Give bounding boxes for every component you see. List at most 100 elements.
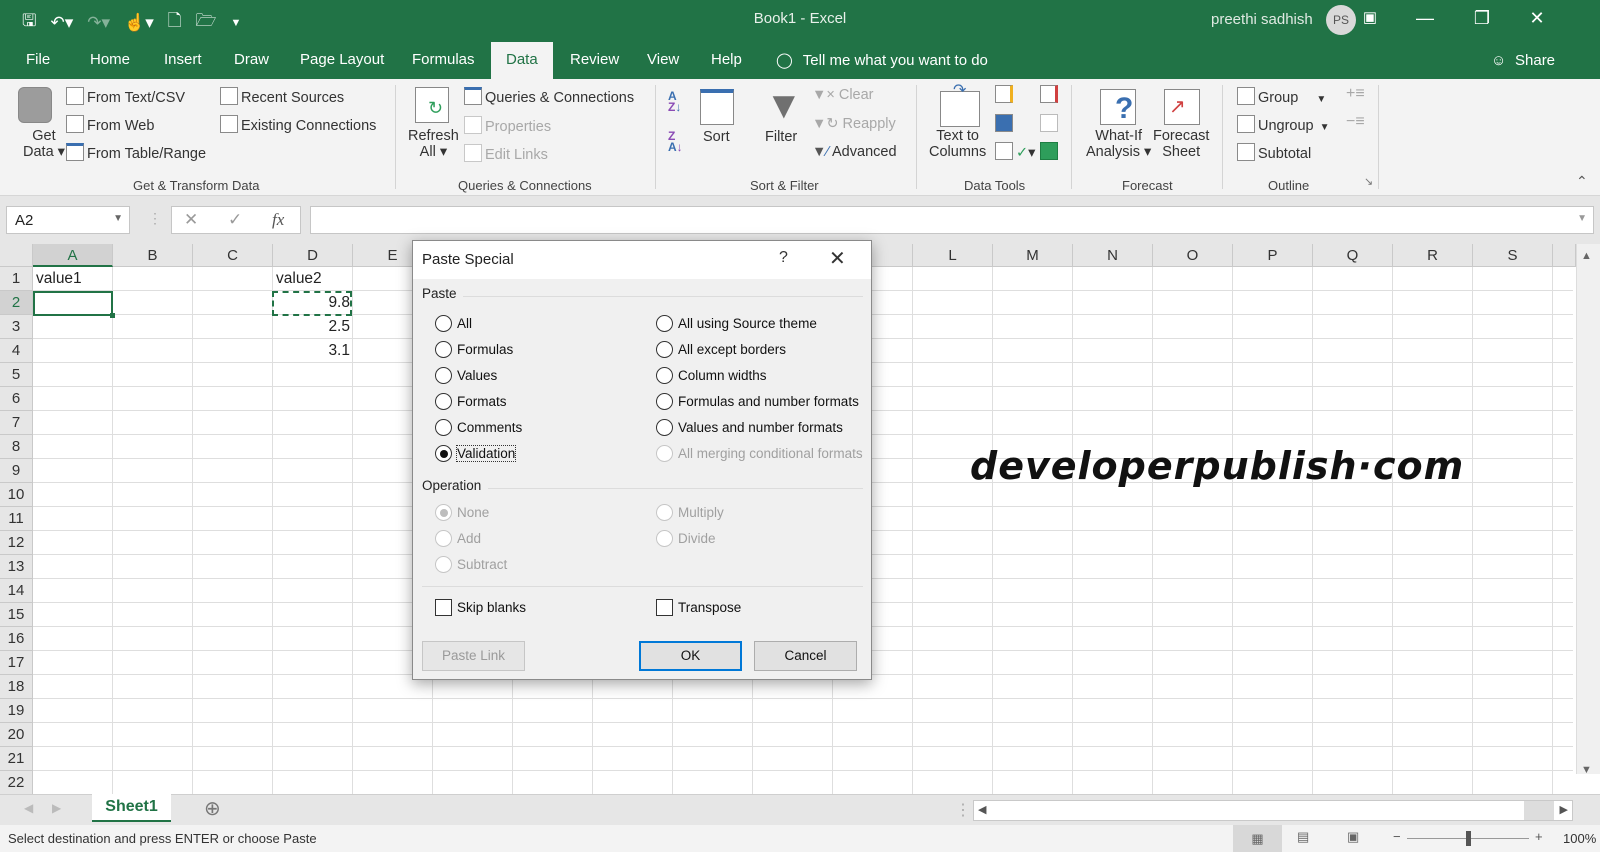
from-text-csv-button[interactable]: From Text/CSV	[66, 87, 185, 106]
page-layout-view-icon[interactable]: ▤	[1297, 829, 1309, 845]
tab-page-layout[interactable]: Page Layout	[300, 51, 384, 68]
radio-subtract[interactable]: Subtract	[435, 556, 507, 573]
row-header[interactable]: 10	[0, 483, 33, 507]
outline-dialog-launcher-icon[interactable]: ↘	[1364, 175, 1373, 188]
scroll-tabs-right-icon[interactable]: ▶	[52, 801, 61, 815]
row-header[interactable]: 11	[0, 507, 33, 531]
show-detail-button[interactable]: +≡	[1346, 85, 1365, 103]
radio-multiply[interactable]: Multiply	[656, 504, 724, 521]
radio-circle[interactable]	[435, 341, 452, 358]
from-table-range-button[interactable]: From Table/Range	[66, 143, 206, 162]
collapse-ribbon-icon[interactable]: ⌃	[1576, 173, 1588, 190]
active-cell-a2[interactable]	[33, 291, 115, 318]
tell-me-search[interactable]: ◯ Tell me what you want to do	[776, 51, 988, 69]
tab-home[interactable]: Home	[90, 51, 130, 68]
radio-circle[interactable]	[656, 393, 673, 410]
add-sheet-icon[interactable]: ⊕	[204, 796, 221, 821]
tab-insert[interactable]: Insert	[164, 51, 202, 68]
row-header[interactable]: 2	[0, 291, 33, 315]
remove-duplicates-button[interactable]	[995, 114, 1016, 133]
radio-validation[interactable]: Validation	[435, 445, 517, 462]
cancel-button[interactable]: Cancel	[754, 641, 857, 671]
what-if-analysis-button[interactable]: What-If Analysis ▾	[1086, 128, 1151, 160]
radio-all-except-borders[interactable]: All except borders	[656, 341, 786, 358]
row-header[interactable]: 19	[0, 699, 33, 723]
column-header[interactable]: N	[1073, 244, 1153, 267]
radio-circle[interactable]	[656, 367, 673, 384]
vertical-scrollbar[interactable]: ▲ ▼	[1576, 244, 1600, 776]
radio-formats[interactable]: Formats	[435, 393, 507, 410]
column-header[interactable]: C	[193, 244, 273, 267]
radio-column-widths[interactable]: Column widths	[656, 367, 767, 384]
radio-circle[interactable]	[435, 393, 452, 410]
radio-circle[interactable]	[656, 530, 673, 547]
scroll-tabs-left-icon[interactable]: ◀	[24, 801, 33, 815]
column-header[interactable]: L	[913, 244, 993, 267]
scroll-up-icon[interactable]: ▲	[1581, 250, 1592, 262]
column-header[interactable]: R	[1393, 244, 1473, 267]
cell-d4[interactable]: 3.1	[273, 339, 353, 363]
tab-file[interactable]: File	[26, 51, 50, 68]
cell-d1[interactable]: value2	[273, 267, 325, 291]
subtotal-button[interactable]: Subtotal	[1237, 143, 1311, 162]
radio-circle[interactable]	[435, 530, 452, 547]
cancel-icon[interactable]: ✕	[184, 210, 198, 230]
row-header[interactable]: 9	[0, 459, 33, 483]
row-header[interactable]: 4	[0, 339, 33, 363]
radio-formulas[interactable]: Formulas	[435, 341, 513, 358]
select-all-corner[interactable]	[0, 244, 33, 267]
radio-circle[interactable]	[435, 367, 452, 384]
restore-icon[interactable]: ❐	[1462, 8, 1502, 29]
text-to-columns-button[interactable]: Text to Columns	[929, 128, 986, 160]
filter-button[interactable]: Filter	[765, 129, 797, 145]
column-header[interactable]: D	[273, 244, 353, 267]
column-header[interactable]: M	[993, 244, 1073, 267]
zoom-slider-thumb[interactable]	[1466, 831, 1471, 846]
row-header[interactable]: 12	[0, 531, 33, 555]
tab-help[interactable]: Help	[711, 51, 742, 68]
radio-add[interactable]: Add	[435, 530, 481, 547]
tab-view[interactable]: View	[647, 51, 679, 68]
properties-button[interactable]: Properties	[464, 116, 551, 135]
cell-a1[interactable]: value1	[33, 267, 85, 291]
sort-a-to-z-button[interactable]: A Z↓	[668, 90, 681, 113]
row-header[interactable]: 7	[0, 411, 33, 435]
radio-circle-selected[interactable]	[435, 504, 452, 521]
sort-button[interactable]: Sort	[703, 129, 730, 145]
checkbox-transpose[interactable]: Transpose	[656, 599, 741, 616]
tab-formulas[interactable]: Formulas	[412, 51, 475, 68]
page-break-view-icon[interactable]: ▣	[1347, 829, 1359, 845]
column-header[interactable]: Q	[1313, 244, 1393, 267]
row-header[interactable]: 3	[0, 315, 33, 339]
checkbox-box[interactable]	[656, 599, 673, 616]
row-header[interactable]: 21	[0, 747, 33, 771]
user-name[interactable]: preethi sadhish	[1211, 11, 1313, 28]
row-header[interactable]: 17	[0, 651, 33, 675]
scroll-right-icon[interactable]: ▶	[1560, 803, 1568, 816]
from-web-button[interactable]: From Web	[66, 115, 154, 134]
radio-values[interactable]: Values	[435, 367, 497, 384]
get-data-button[interactable]: Get Data ▾	[23, 128, 65, 160]
ungroup-button[interactable]: Ungroup ▼	[1237, 115, 1330, 134]
row-header[interactable]: 14	[0, 579, 33, 603]
tab-draw[interactable]: Draw	[234, 51, 269, 68]
ribbon-display-icon[interactable]: ▣	[1350, 8, 1390, 26]
row-header[interactable]: 1	[0, 267, 33, 291]
drag-handle-icon[interactable]: ⋮	[148, 210, 162, 227]
radio-circle[interactable]	[435, 419, 452, 436]
tab-split-handle-icon[interactable]: ⋮	[955, 800, 971, 820]
row-header[interactable]: 15	[0, 603, 33, 627]
horizontal-scrollbar[interactable]: ◀ ▶	[973, 800, 1573, 821]
manage-data-model-button[interactable]	[1040, 142, 1061, 161]
radio-all-merging-conditional-formats[interactable]: All merging conditional formats	[656, 445, 863, 462]
radio-circle[interactable]	[656, 504, 673, 521]
column-header[interactable]: O	[1153, 244, 1233, 267]
formula-input[interactable]: ▼	[310, 206, 1594, 234]
flash-fill-button[interactable]	[995, 85, 1016, 104]
relationships-button[interactable]	[1040, 114, 1061, 133]
column-header[interactable]: A	[33, 244, 113, 267]
radio-comments[interactable]: Comments	[435, 419, 522, 436]
zoom-slider[interactable]	[1407, 831, 1529, 846]
consolidate-button[interactable]	[1040, 85, 1061, 104]
normal-view-icon[interactable]: ▦	[1233, 825, 1282, 852]
